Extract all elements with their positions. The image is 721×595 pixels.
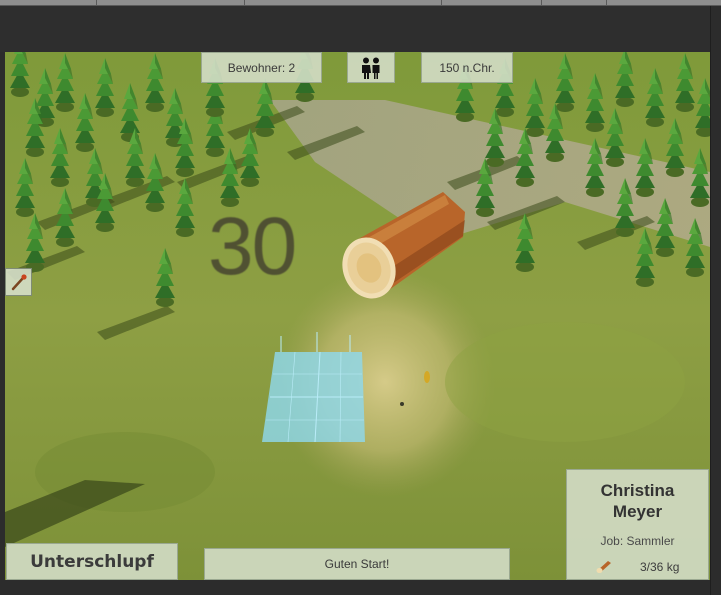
countdown-timer: 30 xyxy=(208,201,297,292)
bottom-letterbox xyxy=(0,580,710,595)
right-scrollbar[interactable] xyxy=(710,6,721,595)
character-panel: Christina Meyer Job: Sammler 3/36 kg xyxy=(566,469,709,580)
torch-tool-button[interactable] xyxy=(5,268,32,296)
shelter-build-button[interactable]: Unterschlupf xyxy=(6,543,178,580)
status-message: Guten Start! xyxy=(204,548,510,580)
people-icon xyxy=(362,57,380,79)
log-icon xyxy=(596,561,611,573)
people-button[interactable] xyxy=(347,52,395,83)
year-display: 150 n.Chr. xyxy=(421,52,513,83)
character-last-name: Meyer xyxy=(612,502,663,521)
torch-icon xyxy=(11,274,27,291)
character-job: Job: Sammler xyxy=(600,534,675,548)
character-first-name: Christina xyxy=(600,481,675,500)
top-letterbox xyxy=(0,6,710,52)
character-name: Christina Meyer xyxy=(567,480,708,522)
residents-counter: Bewohner: 2 xyxy=(201,52,322,83)
carry-weight: 3/36 kg xyxy=(640,560,680,574)
